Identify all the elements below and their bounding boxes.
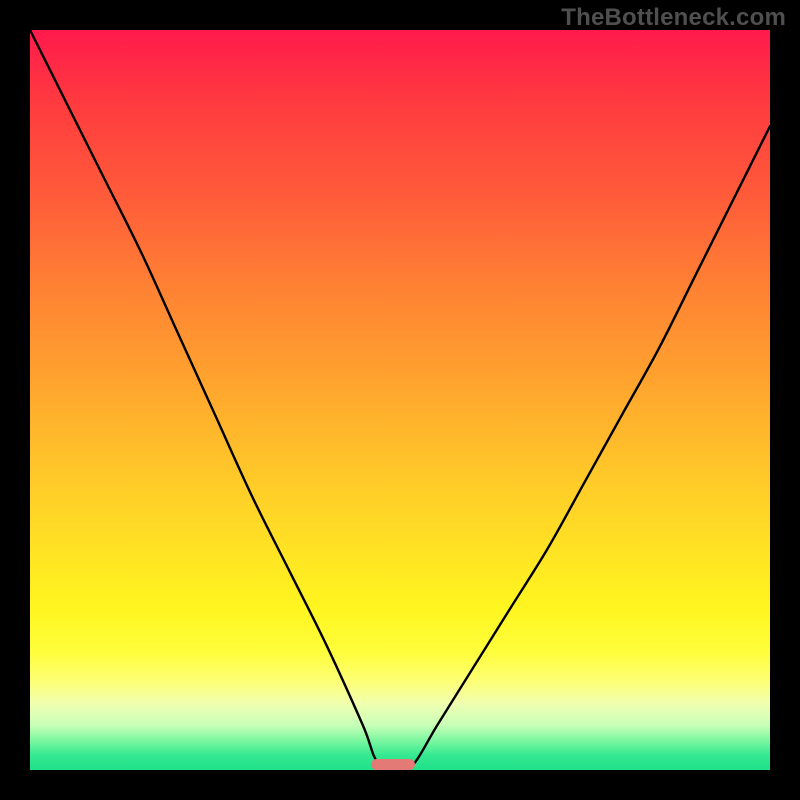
chart-frame: TheBottleneck.com (0, 0, 800, 800)
bottleneck-curve-path (30, 30, 770, 770)
watermark-text: TheBottleneck.com (561, 4, 786, 32)
plot-area (30, 30, 770, 770)
valley-marker (371, 759, 415, 770)
bottleneck-curve (30, 30, 770, 770)
